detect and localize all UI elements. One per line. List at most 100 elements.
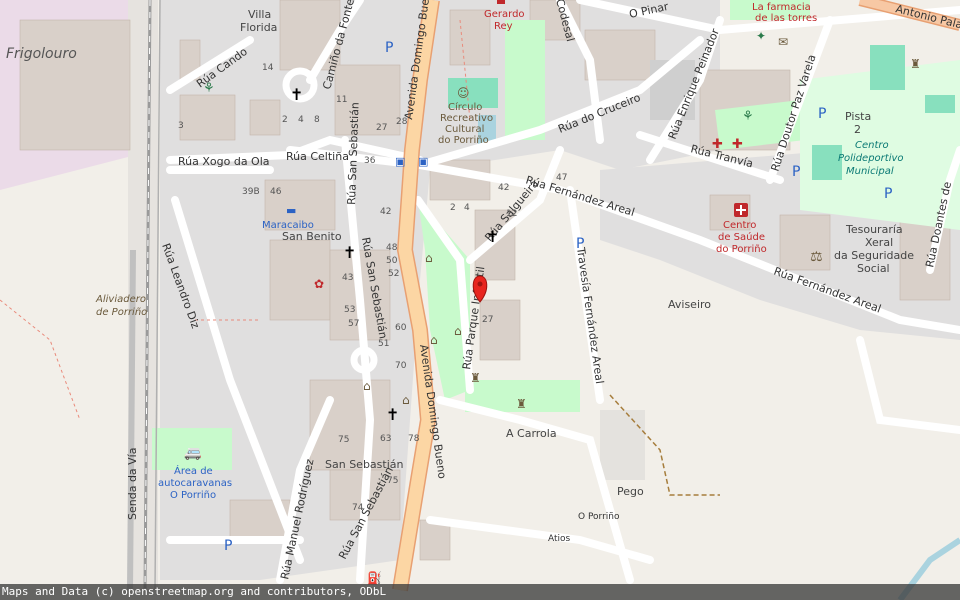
svg-text:Social: Social bbox=[857, 262, 890, 275]
monument-icon: ♜ bbox=[470, 371, 481, 385]
svg-text:Área de: Área de bbox=[174, 464, 213, 477]
svg-text:27: 27 bbox=[482, 315, 493, 325]
svg-text:36: 36 bbox=[364, 156, 376, 166]
svg-text:2: 2 bbox=[282, 115, 288, 125]
svg-text:78: 78 bbox=[408, 434, 420, 444]
building bbox=[479, 299, 521, 361]
svg-text:2: 2 bbox=[450, 203, 456, 213]
church-icon: ✝ bbox=[386, 405, 399, 424]
place-pego: Pego bbox=[617, 485, 644, 498]
svg-text:do Porriño: do Porriño bbox=[438, 135, 489, 146]
shelter-icon: ⌂ bbox=[425, 251, 433, 265]
sport-icon: ✦ bbox=[756, 29, 766, 43]
hospital-icon: ✚ bbox=[732, 137, 743, 152]
bus-stop-icon: ▣ bbox=[418, 155, 428, 168]
parking-icon: P bbox=[818, 106, 826, 122]
place-san-benito: San Benito bbox=[282, 230, 342, 243]
post-icon: ✉ bbox=[778, 35, 788, 49]
svg-text:27: 27 bbox=[376, 123, 387, 133]
svg-text:48: 48 bbox=[386, 243, 398, 253]
svg-text:do Porriño: do Porriño bbox=[716, 244, 767, 255]
svg-text:11: 11 bbox=[336, 95, 347, 105]
svg-text:60: 60 bbox=[395, 323, 407, 333]
theatre-icon: ☺ bbox=[457, 86, 470, 100]
svg-text:Polideportivo: Polideportivo bbox=[838, 153, 904, 164]
svg-text:Centro: Centro bbox=[855, 140, 889, 151]
parking-icon: P bbox=[792, 164, 800, 180]
svg-text:4: 4 bbox=[298, 115, 304, 125]
poi-farmacia[interactable]: La farmacia de las torres bbox=[752, 2, 817, 24]
church-icon: ✝ bbox=[343, 243, 356, 262]
svg-text:4: 4 bbox=[464, 203, 470, 213]
svg-text:Rey: Rey bbox=[494, 21, 513, 32]
place-aviseiro: Aviseiro bbox=[668, 298, 711, 311]
svg-text:de Porriño: de Porriño bbox=[96, 307, 147, 318]
svg-text:Centro: Centro bbox=[723, 220, 756, 231]
pitch bbox=[870, 45, 905, 90]
svg-text:14: 14 bbox=[262, 63, 274, 73]
label-rua-celtina: Rúa Celtiña bbox=[286, 150, 349, 163]
hospital-icon: ✚ bbox=[712, 137, 723, 152]
place-a-carrola: A Carrola bbox=[506, 427, 557, 440]
building bbox=[179, 94, 236, 141]
place-frigolouro: Frigolouro bbox=[6, 46, 77, 62]
monument-icon: ♜ bbox=[516, 397, 527, 411]
svg-text:51: 51 bbox=[378, 339, 389, 349]
svg-text:70: 70 bbox=[395, 361, 407, 371]
svg-text:de Saúde: de Saúde bbox=[718, 231, 765, 243]
map-canvas[interactable]: Frigolouro Villa Florida San Benito San … bbox=[0, 0, 960, 600]
svg-text:46: 46 bbox=[270, 187, 282, 197]
svg-text:La farmacia: La farmacia bbox=[752, 2, 811, 13]
building bbox=[249, 99, 281, 136]
svg-text:74: 74 bbox=[352, 503, 364, 513]
svg-text:Tesouraría: Tesouraría bbox=[845, 223, 903, 236]
parking-icon: P bbox=[224, 538, 232, 554]
svg-text:42: 42 bbox=[498, 183, 509, 193]
fuel-icon: ⛽ bbox=[367, 571, 382, 585]
svg-text:Cultural: Cultural bbox=[445, 124, 484, 135]
bus-stop-icon: ▣ bbox=[395, 155, 405, 168]
svg-text:Aliviadero: Aliviadero bbox=[95, 294, 146, 305]
svg-text:Municipal: Municipal bbox=[846, 166, 894, 177]
svg-text:O Porriño: O Porriño bbox=[170, 490, 216, 501]
caravan-icon: 🚐 bbox=[184, 445, 201, 461]
svg-text:52: 52 bbox=[388, 269, 399, 279]
park bbox=[505, 20, 545, 140]
svg-text:63: 63 bbox=[380, 434, 391, 444]
svg-text:Recreativo: Recreativo bbox=[440, 113, 493, 124]
church-icon: ✝ bbox=[290, 85, 303, 104]
shelter-icon: ⌂ bbox=[402, 393, 410, 407]
svg-text:50: 50 bbox=[386, 256, 398, 266]
svg-text:autocaravanas: autocaravanas bbox=[158, 478, 232, 489]
shelter-icon: ⌂ bbox=[430, 333, 438, 347]
svg-text:Xeral: Xeral bbox=[865, 236, 893, 249]
svg-text:39B: 39B bbox=[242, 187, 260, 197]
sport-icon: ♜ bbox=[910, 57, 921, 71]
place-villa: Villa bbox=[248, 8, 271, 21]
svg-text:Pista: Pista bbox=[845, 110, 871, 123]
svg-text:3: 3 bbox=[178, 121, 184, 131]
fire-station-icon: ✿ bbox=[314, 277, 324, 291]
place-o-porrino: O Porriño bbox=[578, 512, 620, 522]
playground-icon: ⚘ bbox=[742, 109, 754, 124]
building bbox=[19, 19, 131, 151]
svg-text:47: 47 bbox=[556, 173, 567, 183]
svg-text:75: 75 bbox=[338, 435, 349, 445]
map-attribution: Maps and Data (c) openstreetmap.org and … bbox=[0, 584, 960, 600]
parking-icon: P bbox=[385, 40, 393, 56]
parking-icon: P bbox=[884, 186, 892, 202]
hotel-icon: ▬ bbox=[286, 204, 296, 217]
pitch bbox=[925, 95, 955, 113]
svg-text:53: 53 bbox=[344, 305, 355, 315]
svg-text:42: 42 bbox=[380, 207, 391, 217]
shelter-icon: ⌂ bbox=[363, 379, 371, 393]
svg-text:12: 12 bbox=[506, 209, 517, 219]
playground-icon: ⚘ bbox=[203, 81, 215, 96]
place-atios: Atios bbox=[548, 534, 571, 544]
label-rua-xogo-da-ola: Rúa Xogo da Ola bbox=[178, 155, 270, 168]
svg-text:57: 57 bbox=[348, 319, 359, 329]
svg-text:Círculo: Círculo bbox=[448, 101, 482, 113]
parking-area bbox=[600, 410, 645, 480]
shop-icon bbox=[497, 0, 505, 4]
label-senda-da-via: Senda da Vía bbox=[126, 448, 139, 520]
